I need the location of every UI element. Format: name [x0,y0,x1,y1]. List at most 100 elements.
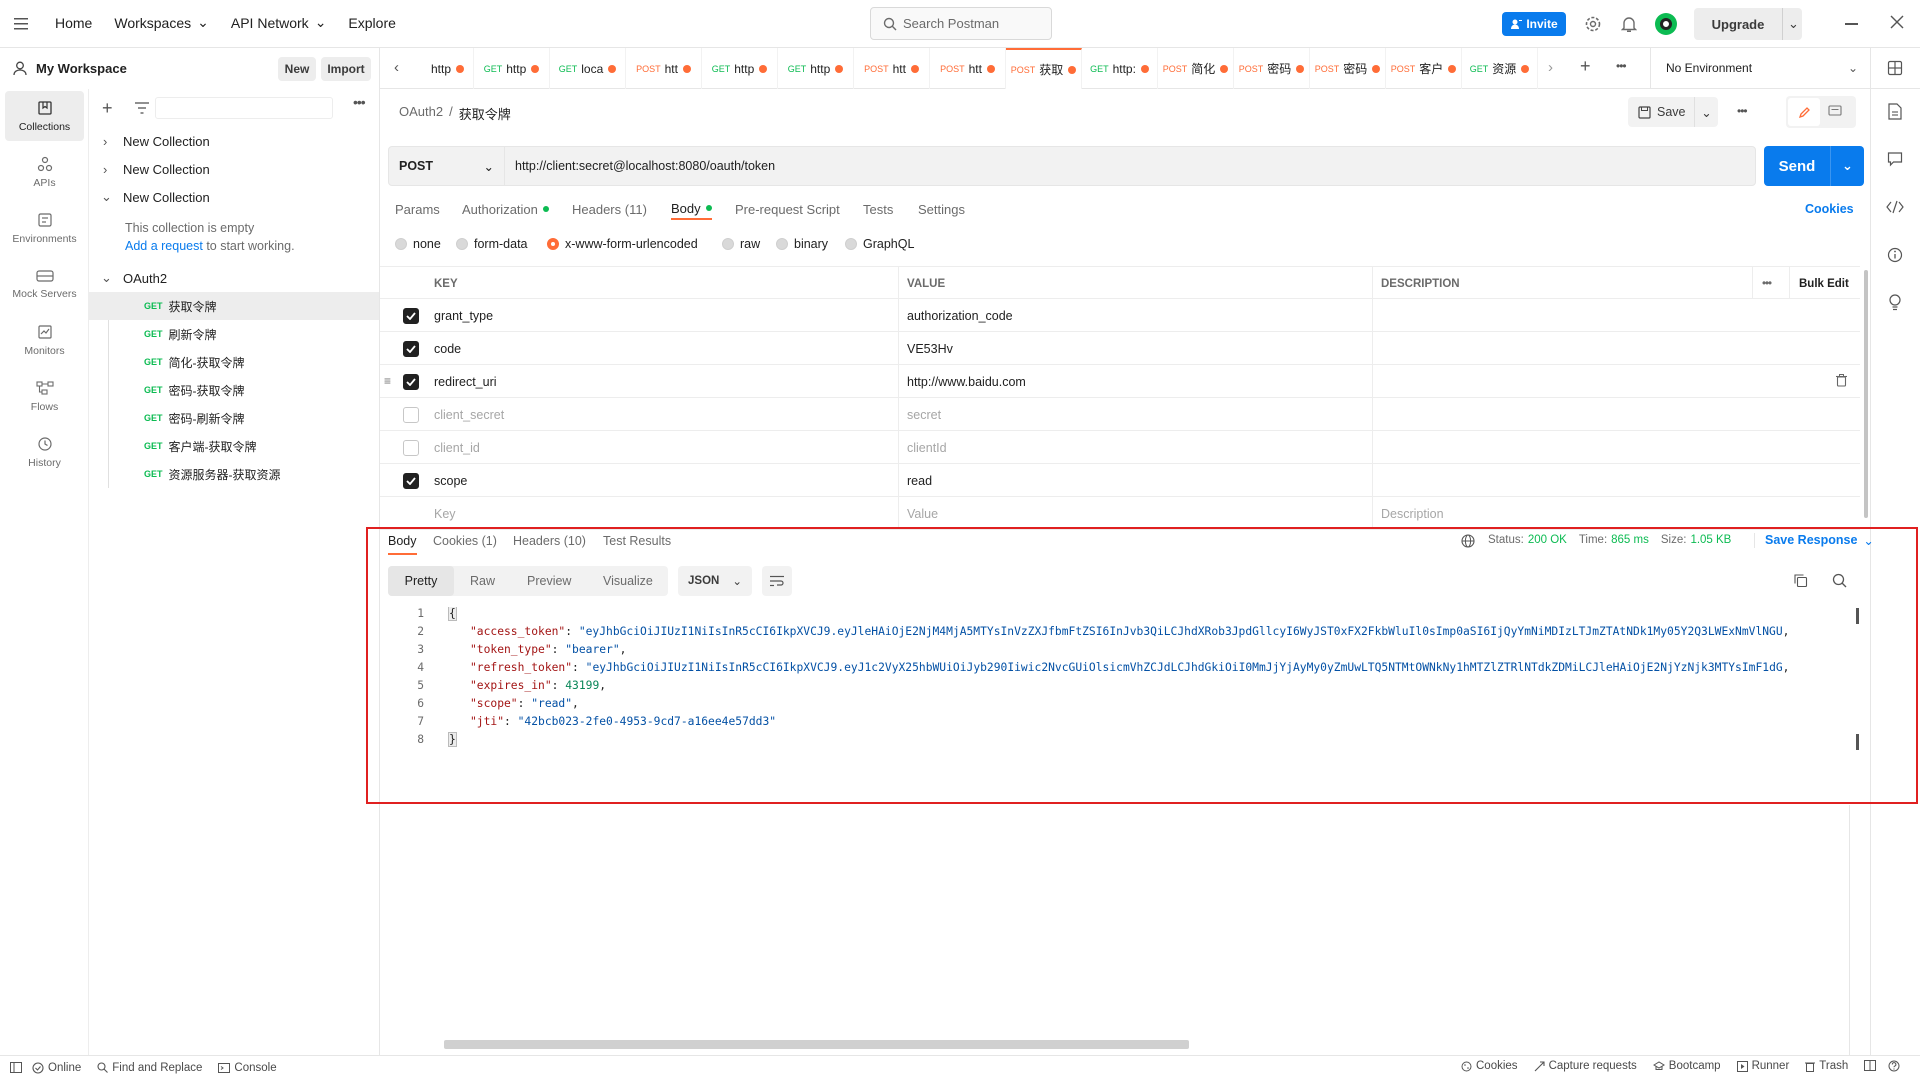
param-value[interactable]: secret [907,398,941,431]
code-icon[interactable] [1886,200,1904,214]
search-icon[interactable] [1832,573,1847,588]
view-visualize[interactable]: Visualize [603,574,653,588]
capture-requests-button[interactable]: Capture requests [1534,1060,1637,1072]
request-tab[interactable]: POST 密码 [1310,48,1386,89]
request-tab[interactable]: GET 资源 [1462,48,1538,89]
settings-gear-icon[interactable] [1584,15,1602,33]
collection-row[interactable]: › New Collection [89,155,379,183]
row-checkbox[interactable] [403,332,419,365]
request-tab[interactable]: POST htt [854,48,930,89]
add-icon[interactable]: + [102,98,113,119]
trash-button[interactable]: Trash [1805,1060,1848,1072]
request-tab[interactable]: POST 密码 [1234,48,1310,89]
send-button[interactable]: Send ⌄ [1764,146,1864,186]
avatar[interactable] [1655,13,1677,35]
breadcrumb-current[interactable]: 获取令牌 [459,104,511,123]
request-tab[interactable]: GET http [474,48,550,89]
rail-apis[interactable]: APIs [5,147,84,197]
bulk-edit-button[interactable]: Bulk Edit [1799,267,1849,300]
radio-form-data[interactable]: form-data [456,237,528,251]
view-pretty[interactable]: Pretty [388,566,454,596]
rail-flows[interactable]: Flows [5,371,84,421]
online-status[interactable]: Online [32,1062,81,1074]
row-checkbox[interactable] [403,431,419,464]
comment-view-icon[interactable] [1828,105,1842,118]
param-value[interactable]: clientId [907,431,947,464]
more-options-icon[interactable]: ••• [353,94,366,110]
tab-authorization[interactable]: Authorization [462,198,549,220]
value-input[interactable]: Value [907,497,938,530]
runner-button[interactable]: Runner [1736,1060,1789,1072]
more-tabs-icon[interactable]: ••• [1616,59,1627,73]
request-row[interactable]: GET 简化-获取令牌 [89,348,379,376]
radio-raw[interactable]: raw [722,237,760,251]
row-checkbox[interactable] [403,464,419,497]
table-row-placeholder[interactable]: Key Value Description [380,497,1860,530]
info-icon[interactable] [1887,247,1903,263]
view-preview[interactable]: Preview [527,574,571,588]
description-input[interactable]: Description [1381,497,1444,530]
chevron-down-icon[interactable]: ⌄ [1694,97,1718,127]
delete-icon[interactable] [1836,374,1847,387]
row-checkbox[interactable] [403,299,419,332]
minimize-icon[interactable] [1845,23,1858,25]
radio-binary[interactable]: binary [776,237,828,251]
globe-icon[interactable] [1461,534,1475,548]
tab-settings[interactable]: Settings [918,198,965,220]
row-checkbox[interactable] [403,365,419,398]
invite-button[interactable]: Invite [1502,12,1566,36]
new-button[interactable]: New [278,57,316,81]
cookies-button[interactable]: Cookies [1461,1060,1518,1072]
request-tab[interactable]: GET http [778,48,854,89]
nav-home[interactable]: Home [55,15,92,31]
more-options-icon[interactable]: ••• [1737,104,1748,118]
new-tab-icon[interactable]: + [1580,56,1591,77]
two-pane-icon[interactable] [1864,1060,1877,1072]
param-key[interactable]: client_secret [434,398,504,431]
request-tab[interactable]: POST 客户 [1386,48,1462,89]
nav-api-network[interactable]: API Network ⌄ [231,14,327,31]
radio-graphql[interactable]: GraphQL [845,237,914,251]
comments-icon[interactable] [1887,151,1903,167]
param-key[interactable]: scope [434,464,467,497]
rail-collections[interactable]: Collections [5,91,84,141]
cookies-link[interactable]: Cookies [1805,202,1854,216]
folder-row-oauth2[interactable]: ⌄ OAuth2 [89,264,379,292]
response-tab-body[interactable]: Body [388,534,417,555]
request-tab[interactable]: GET loca [550,48,626,89]
request-row[interactable]: GET 密码-获取令牌 [89,376,379,404]
tab-params[interactable]: Params [395,198,440,220]
more-options-icon[interactable]: ••• [1762,267,1772,300]
request-row[interactable]: GET 密码-刷新令牌 [89,404,379,432]
param-key[interactable]: client_id [434,431,480,464]
size-value[interactable]: 1.05 KB [1690,534,1731,546]
request-tab[interactable]: POST htt [930,48,1006,89]
format-select[interactable]: JSON ⌄ [678,566,752,596]
request-row[interactable]: GET 资源服务器-获取资源 [89,460,379,488]
drag-handle-icon[interactable]: ≡ [384,374,391,388]
param-value[interactable]: read [907,464,932,497]
help-icon[interactable] [1888,1060,1900,1072]
method-select[interactable]: POST ⌄ [389,147,505,185]
tab-headers[interactable]: Headers (11) [572,198,647,220]
url-input[interactable]: http://client:secret@localhost:8080/oaut… [515,159,1755,173]
response-body-code[interactable]: 1{2 "access_token": "eyJhbGciOiJIUzI1NiIs… [388,607,1864,747]
radio-x-www-form-urlencoded[interactable]: x-www-form-urlencoded [547,237,698,251]
param-value[interactable]: VE53Hv [907,332,953,365]
environment-quick-look-icon[interactable] [1887,60,1903,76]
chevron-down-icon[interactable]: ⌄ [1782,8,1799,40]
documentation-icon[interactable] [1888,103,1902,120]
request-tab[interactable]: http [418,48,474,89]
breadcrumb-parent[interactable]: OAuth2 [399,104,443,123]
sidebar-toggle-icon[interactable] [10,1062,22,1073]
filter-icon[interactable] [135,102,149,114]
response-tab-test-results[interactable]: Test Results [603,534,671,548]
table-row[interactable]: client_secret secret [380,398,1860,431]
collection-row[interactable]: ⌄ New Collection [89,183,379,211]
response-tab-cookies[interactable]: Cookies (1) [433,534,497,548]
table-row[interactable]: grant_type authorization_code [380,299,1860,332]
edit-pencil-icon[interactable] [1788,98,1820,126]
search-input[interactable]: Search Postman [870,7,1052,40]
chevron-right-icon[interactable]: › [1548,59,1553,76]
request-tab[interactable]: POST 获取 [1006,48,1082,89]
